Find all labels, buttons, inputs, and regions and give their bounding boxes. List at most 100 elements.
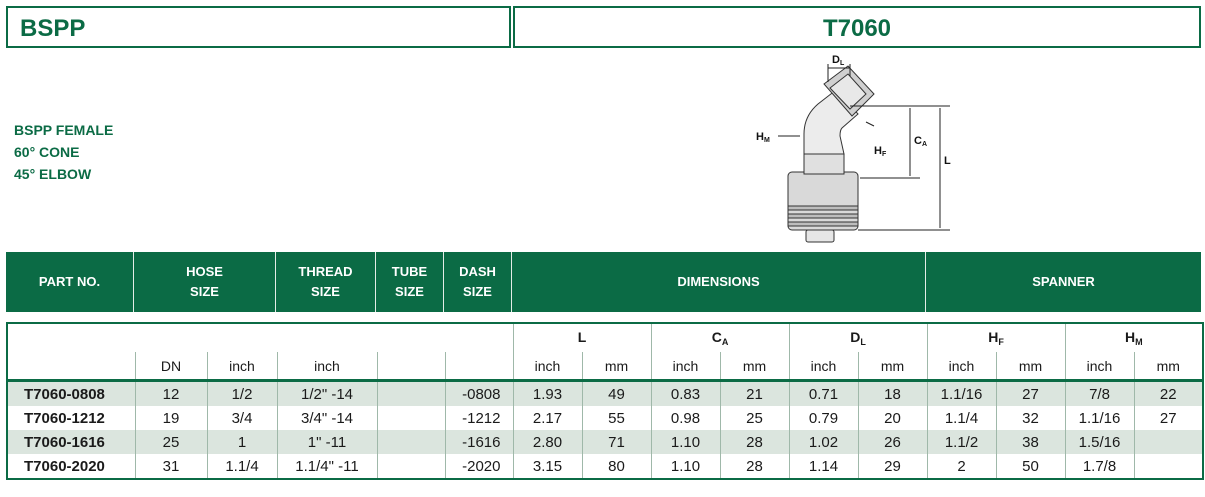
cell-dl-mm: 20 <box>857 406 927 430</box>
unit-cell: DN <box>134 352 207 382</box>
unit-cell <box>7 352 135 382</box>
cell-hm-mm <box>1133 454 1203 479</box>
cell-l-mm: 80 <box>581 454 651 479</box>
spanner-header: SPANNER <box>1032 274 1095 289</box>
cell-ca-mm: 25 <box>719 406 789 430</box>
cell-hose-inch: 1.1/4 <box>206 454 277 479</box>
dash-size-header: DASH SIZE <box>444 252 512 312</box>
cell-hm-in: 7/8 <box>1064 380 1134 406</box>
cell-dl-mm: 26 <box>857 430 927 454</box>
cell-ca-in: 0.83 <box>650 380 720 406</box>
cell-dl-in: 1.02 <box>788 430 858 454</box>
cell-part: T7060-0808 <box>7 380 135 406</box>
cell-hf-mm: 50 <box>995 454 1065 479</box>
cell-ca-mm: 28 <box>719 430 789 454</box>
cell-tube <box>376 380 445 406</box>
cell-hm-in: 1.5/16 <box>1064 430 1134 454</box>
cell-tube <box>376 454 445 479</box>
cell-hf-mm: 32 <box>995 406 1065 430</box>
description-line: 45° ELBOW <box>14 166 92 182</box>
cell-l-mm: 49 <box>581 380 651 406</box>
ca-label-sub: A <box>922 141 927 148</box>
hm-label: H <box>756 131 764 143</box>
cell-hm-mm: 27 <box>1133 406 1203 430</box>
cell-l-in: 2.80 <box>512 430 582 454</box>
cell-hf-in: 2 <box>926 454 996 479</box>
part-title: T7060 <box>822 15 892 42</box>
table-header-band: PART NO. HOSE SIZE THREAD SIZE TUBE SIZE DA… <box>6 252 1201 312</box>
unit-cell: inch <box>926 352 996 382</box>
hf-label-sub: F <box>882 151 887 158</box>
unit-cell <box>444 352 513 382</box>
dl-label-sub: L <box>840 60 845 67</box>
unit-cell: inch <box>650 352 720 382</box>
unit-header-row: DN inch inch inch mm inch mm inch mm inc… <box>7 352 1203 382</box>
cell-dash: -1212 <box>444 406 513 430</box>
cell-ca-in: 1.10 <box>650 430 720 454</box>
cell-hose-inch: 1 <box>206 430 277 454</box>
group-l: L <box>512 323 651 352</box>
cell-dn: 25 <box>134 430 207 454</box>
cell-ca-in: 0.98 <box>650 406 720 430</box>
unit-cell: mm <box>719 352 789 382</box>
unit-cell: mm <box>1133 352 1203 382</box>
svg-text:HM: HM <box>756 131 770 144</box>
cell-part: T7060-2020 <box>24 457 105 475</box>
unit-cell: inch <box>276 352 377 382</box>
tube-size-header: TUBE SIZE <box>376 252 444 312</box>
cell-l-mm: 71 <box>581 430 651 454</box>
cell-thread: 1" -11 <box>276 430 377 454</box>
cell-part: T7060-1616 <box>7 430 135 454</box>
cell-hf-mm: 27 <box>995 380 1065 406</box>
description-line: 60° CONE <box>14 144 80 160</box>
hm-label-sub: M <box>764 137 770 144</box>
fitting-drawing: DL HM H F CA L <box>756 54 951 243</box>
hose-size-header: HOSE SIZE <box>134 252 276 312</box>
cell-part: T7060-1212 <box>24 409 105 427</box>
cell-hm-in: 1.1/16 <box>1064 406 1134 430</box>
unit-cell: mm <box>581 352 651 382</box>
group-header-row: L CA DL HF HM <box>7 323 1203 352</box>
cell-hm-mm <box>1133 430 1203 454</box>
cell-tube <box>376 430 445 454</box>
cell-thread: 3/4" -14 <box>276 406 377 430</box>
part-header-box: T7060 <box>513 6 1201 48</box>
fitting-description: BSPP FEMALE 60° CONE 45° ELBOW <box>14 119 113 185</box>
cell-thread: 1.1/4" -11 <box>276 454 377 479</box>
thread-size-header: THREAD SIZE <box>276 252 376 312</box>
part-no-header: PART NO. <box>6 252 134 312</box>
unit-cell: mm <box>857 352 927 382</box>
cell-dn: 19 <box>134 406 207 430</box>
group-hm: HM <box>1064 323 1203 352</box>
cell-hf-in: 1.1/16 <box>926 380 996 406</box>
unit-cell: inch <box>512 352 582 382</box>
cell-hm-mm: 22 <box>1133 380 1203 406</box>
blank-cell <box>7 323 513 352</box>
cell-hose-inch: 1/2 <box>206 380 277 406</box>
cell-hf-mm: 38 <box>995 430 1065 454</box>
cell-dash: -1616 <box>444 430 513 454</box>
table-row: T7060-1212 19 3/4 3/4" -14 -1212 2.17 55 0.98 25… <box>7 406 1203 430</box>
unit-cell: inch <box>1064 352 1134 382</box>
cell-l-in: 2.17 <box>512 406 582 430</box>
cell-dn: 12 <box>134 380 207 406</box>
dl-label: D <box>832 54 840 66</box>
ca-label: C <box>914 135 922 147</box>
description-line: BSPP FEMALE <box>14 122 114 138</box>
cell-tube <box>376 406 445 430</box>
group-hf: HF <box>926 323 1065 352</box>
table-row: T7060-2020 31 1.1/4 1.1/4" -11 -2020 3.15 80 1.… <box>7 454 1203 479</box>
cell-l-mm: 55 <box>581 406 651 430</box>
cell-thread: 1/2" -14 <box>276 380 377 406</box>
cell-hf-in: 1.1/4 <box>926 406 996 430</box>
cell-ca-mm: 21 <box>719 380 789 406</box>
cell-dn: 31 <box>134 454 207 479</box>
cell-hose-inch: 3/4 <box>206 406 277 430</box>
cell-l-in: 1.93 <box>512 380 582 406</box>
group-ca: CA <box>650 323 789 352</box>
svg-text:DL: DL <box>832 54 845 67</box>
cell-hf-in: 1.1/2 <box>926 430 996 454</box>
unit-cell: mm <box>995 352 1065 382</box>
unit-cell: inch <box>206 352 277 382</box>
cell-hm-in: 1.7/8 <box>1064 454 1134 479</box>
